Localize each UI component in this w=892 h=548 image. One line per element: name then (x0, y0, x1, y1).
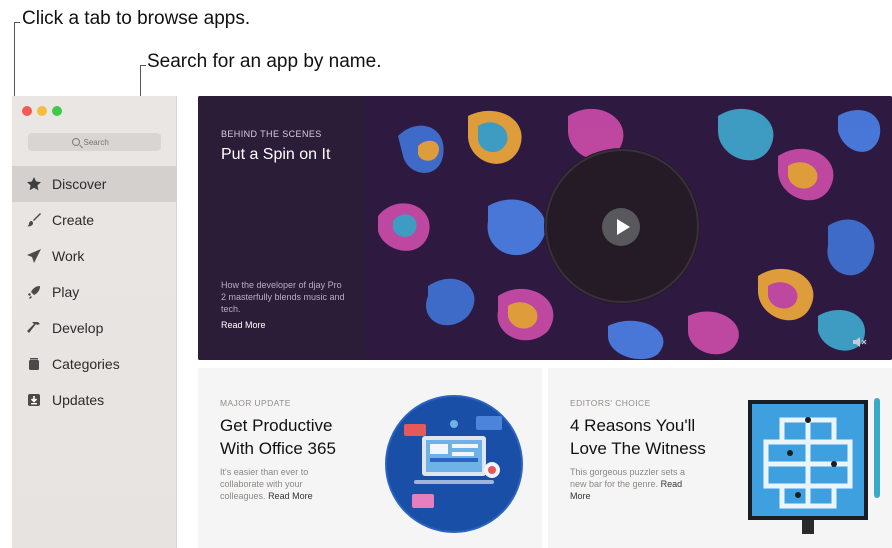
mute-button[interactable] (852, 336, 868, 348)
search-icon (71, 138, 80, 146)
sidebar-item-categories[interactable]: Categories (12, 346, 177, 382)
hammer-icon (26, 320, 42, 336)
callout-leader-tabs-tick (14, 22, 20, 23)
hero-description: How the developer of djay Pro 2 masterfu… (221, 280, 345, 314)
hero-eyebrow: BEHIND THE SCENES (221, 129, 322, 139)
app-store-window: Discover Create Work Play (12, 96, 892, 548)
play-button[interactable] (602, 208, 640, 246)
card-title: 4 Reasons You'll Love The Witness (570, 416, 706, 458)
callout-search: Search for an app by name. (147, 51, 382, 72)
rocket-icon (26, 284, 42, 300)
brush-icon (26, 212, 42, 228)
sidebar-item-updates[interactable]: Updates (12, 382, 177, 418)
card-title: Get Productive With Office 365 (220, 416, 336, 458)
callout-leader-search-tick (140, 65, 146, 66)
office-illustration (385, 395, 523, 533)
zoom-button[interactable] (52, 106, 62, 116)
play-icon (616, 219, 630, 235)
hero-text-panel: BEHIND THE SCENES Put a Spin on It How t… (198, 96, 366, 360)
card-read-more-link[interactable]: Read More (268, 491, 313, 501)
sidebar: Discover Create Work Play (12, 96, 177, 548)
card-description: This gorgeous puzzler sets a new bar for… (570, 466, 695, 502)
card-eyebrow: EDITORS' CHOICE (570, 398, 651, 408)
sidebar-item-label: Play (52, 284, 80, 300)
card-eyebrow: MAJOR UPDATE (220, 398, 291, 408)
star-icon (26, 176, 42, 192)
close-button[interactable] (22, 106, 32, 116)
search-input[interactable] (83, 137, 118, 147)
sidebar-item-play[interactable]: Play (12, 274, 177, 310)
sidebar-item-create[interactable]: Create (12, 202, 177, 238)
sidebar-item-label: Discover (52, 176, 107, 192)
witness-puzzle-illustration (748, 398, 880, 534)
feature-card-witness[interactable]: EDITORS' CHOICE 4 Reasons You'll Love Th… (548, 368, 892, 548)
box-icon (26, 356, 42, 372)
sidebar-item-discover[interactable]: Discover (12, 166, 177, 202)
sidebar-item-work[interactable]: Work (12, 238, 177, 274)
hero-banner[interactable]: BEHIND THE SCENES Put a Spin on It How t… (198, 96, 892, 360)
feature-card-office[interactable]: MAJOR UPDATE Get Productive With Office … (198, 368, 542, 548)
callout-tabs: Click a tab to browse apps. (22, 8, 251, 29)
search-field[interactable] (28, 133, 161, 151)
sidebar-nav: Discover Create Work Play Develop Catego… (12, 166, 177, 418)
window-controls (22, 106, 62, 116)
hero-title: Put a Spin on It (221, 146, 331, 163)
sidebar-item-label: Create (52, 212, 95, 228)
minimize-button[interactable] (37, 106, 47, 116)
speaker-muted-icon (853, 337, 867, 347)
download-icon (26, 392, 42, 408)
sidebar-item-develop[interactable]: Develop (12, 310, 177, 346)
sidebar-item-label: Categories (52, 356, 120, 372)
sidebar-item-label: Develop (52, 320, 104, 336)
card-description: It's easier than ever to collaborate wit… (220, 466, 345, 502)
hero-read-more-link[interactable]: Read More (221, 320, 266, 330)
sidebar-item-label: Work (52, 248, 85, 264)
paper-plane-icon (26, 248, 42, 264)
sidebar-item-label: Updates (52, 392, 105, 408)
